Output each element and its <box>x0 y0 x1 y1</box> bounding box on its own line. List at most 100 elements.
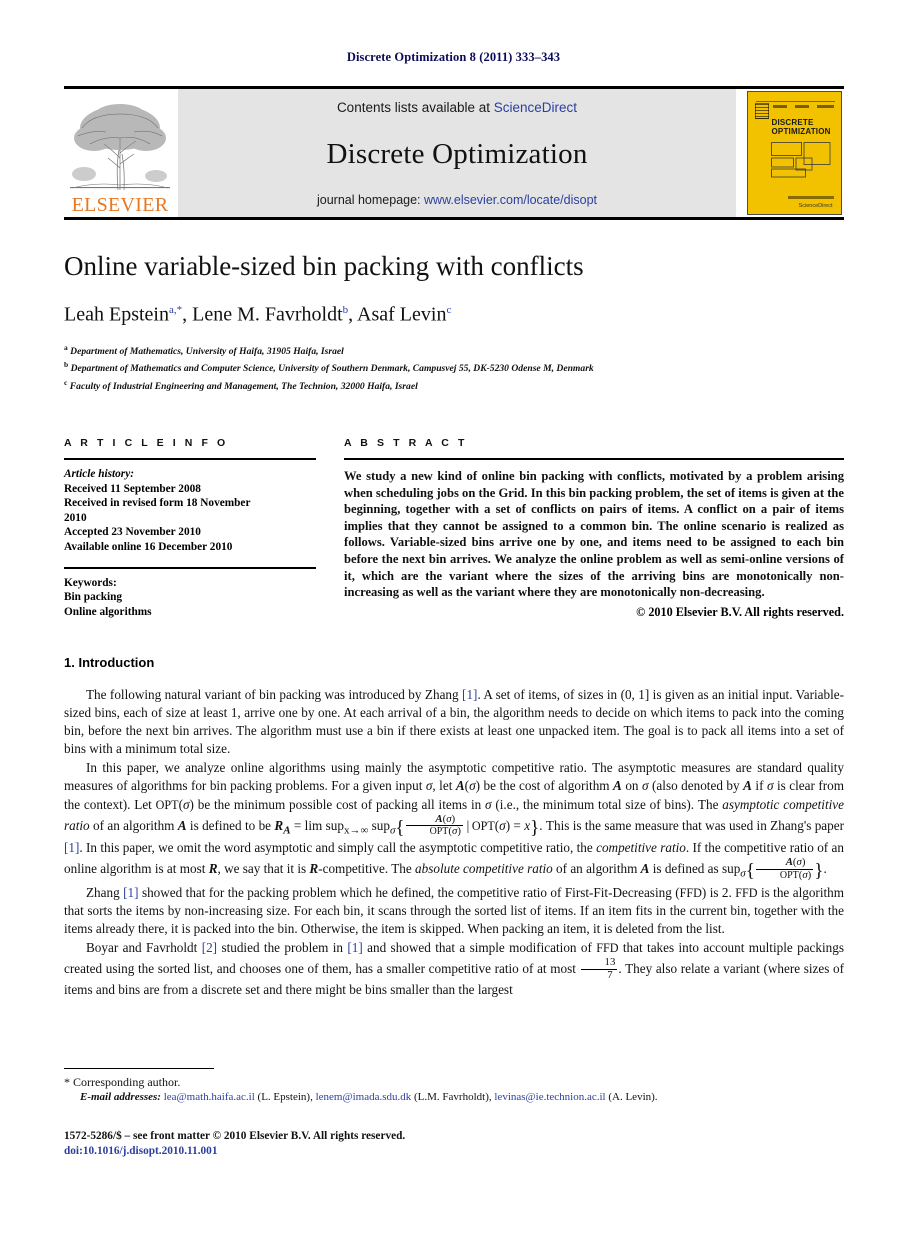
paragraph: Boyar and Favrholdt [2] studied the prob… <box>64 939 844 999</box>
ratio-fraction: A(σ) OPT(σ) <box>755 856 814 881</box>
author-name: Asaf Levin <box>357 303 447 326</box>
symbol-alg: A <box>785 856 793 869</box>
text-run: . In this paper, we omit the word asympt… <box>79 840 597 856</box>
citation-ref[interactable]: [2] <box>202 940 217 955</box>
author-mark: a,* <box>168 304 183 316</box>
emphasis: absolute competitive ratio <box>415 861 553 877</box>
homepage-link[interactable]: www.elsevier.com/locate/disopt <box>424 193 597 207</box>
text-run: if <box>751 778 767 794</box>
text-run: . This is the same measure that was used… <box>539 817 845 833</box>
info-abstract-section: A R T I C L E I N F O Article history: R… <box>64 437 844 620</box>
email-link[interactable]: lea@math.haifa.ac.il <box>164 1091 255 1103</box>
symbol-alg: A <box>177 817 187 833</box>
symbol-sigma: σ <box>469 778 476 794</box>
symbol-sigma: σ <box>802 868 808 881</box>
keyword: Bin packing <box>64 591 123 604</box>
text-run: (i.e., the minimum total size of bins). … <box>491 796 723 812</box>
email-link[interactable]: lenem@imada.sdu.dk <box>316 1091 412 1103</box>
algorithm-name: FFD <box>679 885 702 900</box>
ratio-fraction: A(σ) OPT(σ) <box>405 812 463 838</box>
symbol-opt: OPT <box>779 869 799 881</box>
symbol-alg: A <box>743 778 752 794</box>
footnote-rule <box>64 1068 214 1069</box>
elsevier-tree-icon <box>70 104 170 191</box>
email-owner: (L.M. Favrholdt) <box>414 1091 489 1103</box>
sciencedirect-link[interactable]: ScienceDirect <box>494 100 577 115</box>
symbol-alg: A <box>613 778 622 794</box>
cover-title: DISCRETE OPTIMIZATION <box>772 118 831 136</box>
symbol-opt: OPT <box>429 826 449 838</box>
symbol-sigma: σ <box>796 856 802 869</box>
cover-sciencedirect-text: ScienceDirect <box>798 203 833 209</box>
article-info-column: A R T I C L E I N F O Article history: R… <box>64 437 316 620</box>
paragraph: The following natural variant of bin pac… <box>64 686 844 758</box>
formula-subscript: x→∞ <box>343 824 369 837</box>
paragraph: Zhang [1] showed that for the packing pr… <box>64 884 844 938</box>
doi-link[interactable]: doi:10.1016/j.disopt.2010.11.001 <box>64 1144 844 1159</box>
article-info-heading: A R T I C L E I N F O <box>64 437 229 449</box>
citation-ref[interactable]: [1] <box>347 940 362 955</box>
author-mark: b <box>342 304 349 316</box>
homepage-line: journal homepage: www.elsevier.com/locat… <box>317 193 597 207</box>
email-link[interactable]: levinas@ie.technion.ac.il <box>494 1091 605 1103</box>
text-run: be the minimum possible cost of packing … <box>193 796 486 812</box>
email-owner: (A. Levin) <box>608 1091 655 1103</box>
elsevier-logo: ELSEVIER <box>64 89 176 217</box>
history-line: Accepted 23 November 2010 <box>64 526 201 539</box>
symbol-sigma: σ <box>446 812 452 825</box>
running-head: Discrete Optimization 8 (2011) 333–343 <box>346 50 561 64</box>
text-run: Zhang <box>86 884 124 900</box>
affiliation-text: Department of Mathematics, University of… <box>70 345 344 357</box>
text-run: ) is 2. <box>701 884 736 900</box>
abstract-text: We study a new kind of online bin packin… <box>344 469 844 600</box>
brace-open: { <box>395 817 405 839</box>
affiliation: c Faculty of Industrial Engineering and … <box>64 376 844 394</box>
text-run: sup <box>371 817 390 833</box>
fraction-denominator: OPT(σ) <box>779 868 812 881</box>
email-addresses-line: E-mail addresses: lea@math.haifa.ac.il (… <box>80 1091 658 1103</box>
competitive-ratio-fraction: 13 7 <box>580 956 618 981</box>
author-name: Leah Epstein <box>64 303 169 326</box>
text-run: (also denoted by <box>648 778 744 794</box>
title-block: Online variable-sized bin packing with c… <box>64 250 844 393</box>
cover-packing-diagram-icon <box>770 142 830 178</box>
text-run: , we say that it is <box>217 861 310 877</box>
fraction-numerator: 13 <box>580 956 618 970</box>
text-run: is defined to be <box>186 817 272 833</box>
symbol-ratio: R <box>274 817 284 833</box>
keywords-block: Keywords: Bin packing Online algorithms <box>64 569 316 620</box>
issn-line: 1572-5286/$ – see front matter © 2010 El… <box>64 1130 406 1142</box>
corresponding-author-note: * Corresponding author. <box>64 1075 181 1089</box>
fraction-denominator: 7 <box>607 968 613 981</box>
affiliation-text: Faculty of Industrial Engineering and Ma… <box>69 381 418 393</box>
text-run: on <box>621 778 643 794</box>
text-run: of an algorithm <box>552 861 641 877</box>
symbol-alg: A <box>283 824 291 837</box>
page-title: Online variable-sized bin packing with c… <box>64 251 584 281</box>
cover-title-line1: DISCRETE <box>771 118 814 127</box>
citation-ref[interactable]: [1] <box>123 885 138 900</box>
journal-masthead: ELSEVIER Contents lists available at Sci… <box>64 86 844 220</box>
text-run: = lim sup <box>290 817 344 833</box>
article-history: Article history: Received 11 September 2… <box>64 460 316 555</box>
text-run: -competitive. The <box>318 861 416 877</box>
symbol-sigma: σ <box>499 817 506 833</box>
affiliation-text: Department of Mathematics and Computer S… <box>70 363 594 375</box>
text-run: is defined as sup <box>649 861 741 877</box>
text-run: showed that for the packing problem whic… <box>138 884 680 900</box>
elsevier-wordmark: ELSEVIER <box>71 194 169 216</box>
imprint-block: 1572-5286/$ – see front matter © 2010 El… <box>64 1129 844 1159</box>
keywords-label: Keywords: <box>64 576 117 589</box>
text-run: be the cost of algorithm <box>480 778 614 794</box>
abstract-copyright: © 2010 Elsevier B.V. All rights reserved… <box>636 604 844 619</box>
citation-ref[interactable]: [1] <box>64 840 79 855</box>
brace-close: } <box>814 860 824 882</box>
citation-ref[interactable]: [1] <box>462 687 477 702</box>
brace-close: } <box>530 817 540 839</box>
history-line: Received 11 September 2008 <box>64 482 201 495</box>
abstract-heading: A B S T R A C T <box>344 437 468 449</box>
author-mark: c <box>446 304 452 316</box>
cover-top-rule <box>755 101 835 102</box>
text-run: The following natural variant of bin pac… <box>86 687 463 702</box>
affiliation-mark: c <box>64 377 68 387</box>
